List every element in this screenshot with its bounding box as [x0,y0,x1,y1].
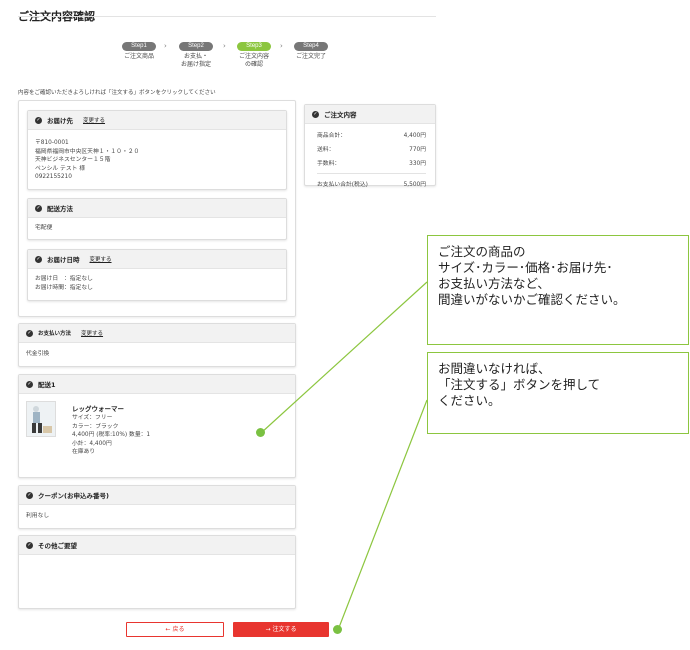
callout-press-submit: お間違いなければ、 「注文する」ボタンを押して ください。 [427,352,689,434]
callout-2-line-2: 「注文する」ボタンを押して [438,377,601,392]
callout-1-line-4: 間違いがないかご確認ください。 [438,292,626,307]
callout-dot-2 [333,625,342,634]
callout-1-line-2: サイズ･カラー･価格･お届け先･ [438,260,613,275]
callout-1-line-1: ご注文の商品の [438,244,526,259]
callout-dot-1 [256,428,265,437]
callout-review-details: ご注文の商品の サイズ･カラー･価格･お届け先･ お支払い方法など、 間違いがな… [427,235,689,345]
callout-2-line-1: お間違いなければ、 [438,361,551,376]
callout-2-line-3: ください。 [438,393,501,408]
callout-1-line-3: お支払い方法など、 [438,276,550,291]
